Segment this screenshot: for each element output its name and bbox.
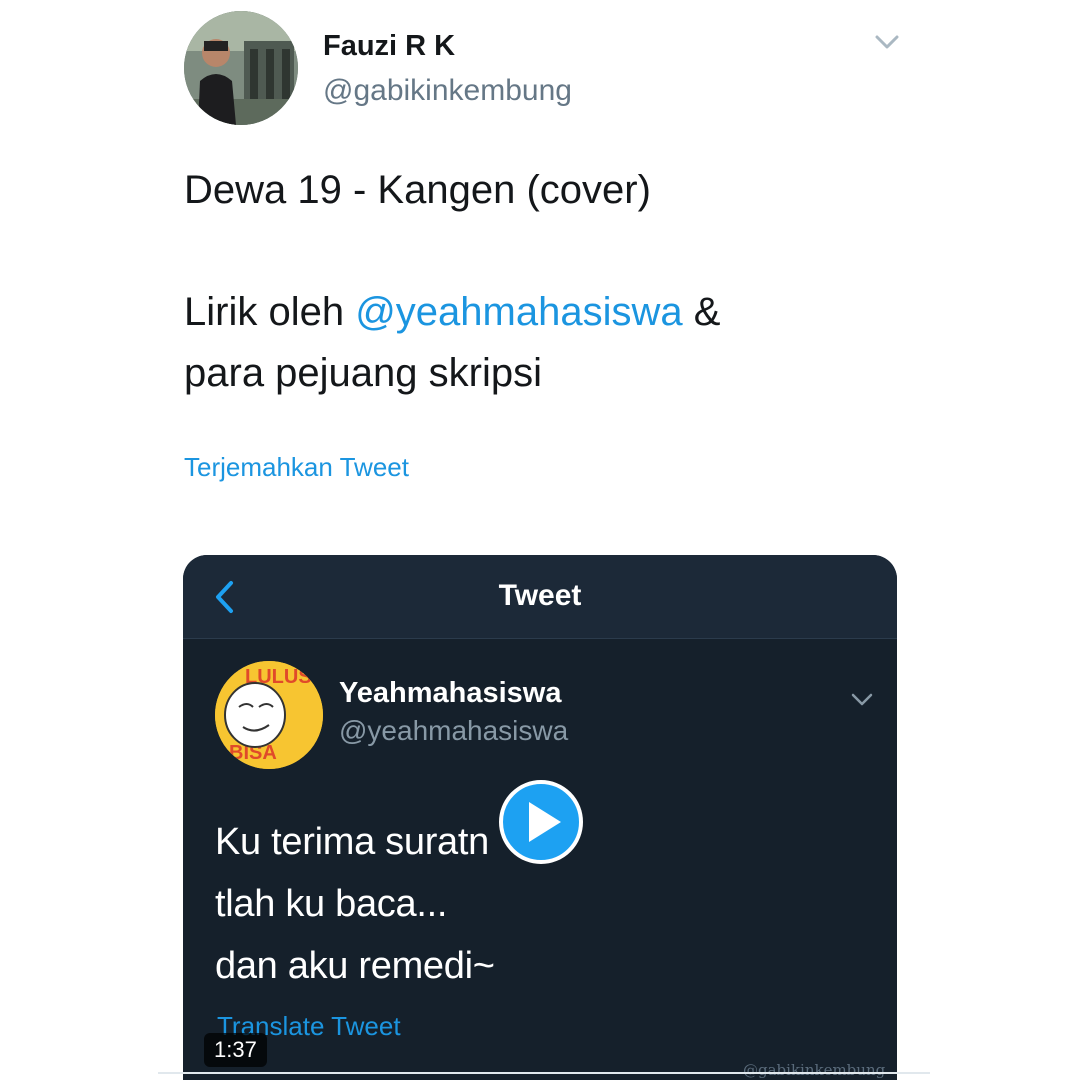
video-player[interactable]: Tweet LULUS BISA Yeahmahasiswa @yeahmaha…: [183, 555, 897, 1080]
chevron-down-icon: [851, 693, 873, 706]
tweet-line: para pejuang skripsi: [184, 351, 542, 395]
tweet-text-segment: &: [682, 290, 721, 334]
mention-link[interactable]: @yeahmahasiswa: [355, 290, 682, 334]
embedded-line: tlah ku baca...: [215, 883, 448, 925]
play-button[interactable]: [499, 780, 583, 864]
tweet-line: Dewa 19 - Kangen (cover): [184, 168, 651, 212]
tweet-text: Dewa 19 - Kangen (cover) Lirik oleh @yea…: [184, 160, 944, 404]
media-header-title: Tweet: [498, 579, 582, 612]
author-handle[interactable]: @gabikinkembung: [323, 74, 572, 108]
author-avatar[interactable]: [184, 11, 298, 125]
translate-tweet-link[interactable]: Terjemahkan Tweet: [184, 452, 409, 483]
embedded-tweet-text: Ku terima suratn tlah ku baca... dan aku…: [215, 811, 495, 997]
embedded-author-name: Yeahmahasiswa: [339, 677, 562, 709]
watermark: @gabikinkembung: [743, 1061, 886, 1079]
divider: [158, 1072, 930, 1074]
tweet-menu-button[interactable]: [872, 30, 902, 54]
meme-face-avatar-icon: LULUS BISA: [215, 661, 323, 769]
chevron-down-icon: [875, 35, 899, 49]
tweet-line: Lirik oleh @yeahmahasiswa &: [184, 282, 944, 343]
play-icon: [529, 802, 561, 842]
person-photo-avatar-icon: [184, 11, 298, 125]
embedded-avatar: LULUS BISA: [215, 661, 323, 769]
tweet-text-segment: Lirik oleh: [184, 290, 356, 334]
media-header: Tweet: [183, 555, 897, 639]
embedded-line: Ku terima suratn: [215, 821, 489, 863]
embedded-author-handle: @yeahmahasiswa: [339, 715, 569, 746]
embedded-line: dan aku remedi~: [215, 945, 495, 987]
author-name[interactable]: Fauzi R K: [323, 30, 455, 63]
video-duration: 1:37: [204, 1033, 267, 1067]
